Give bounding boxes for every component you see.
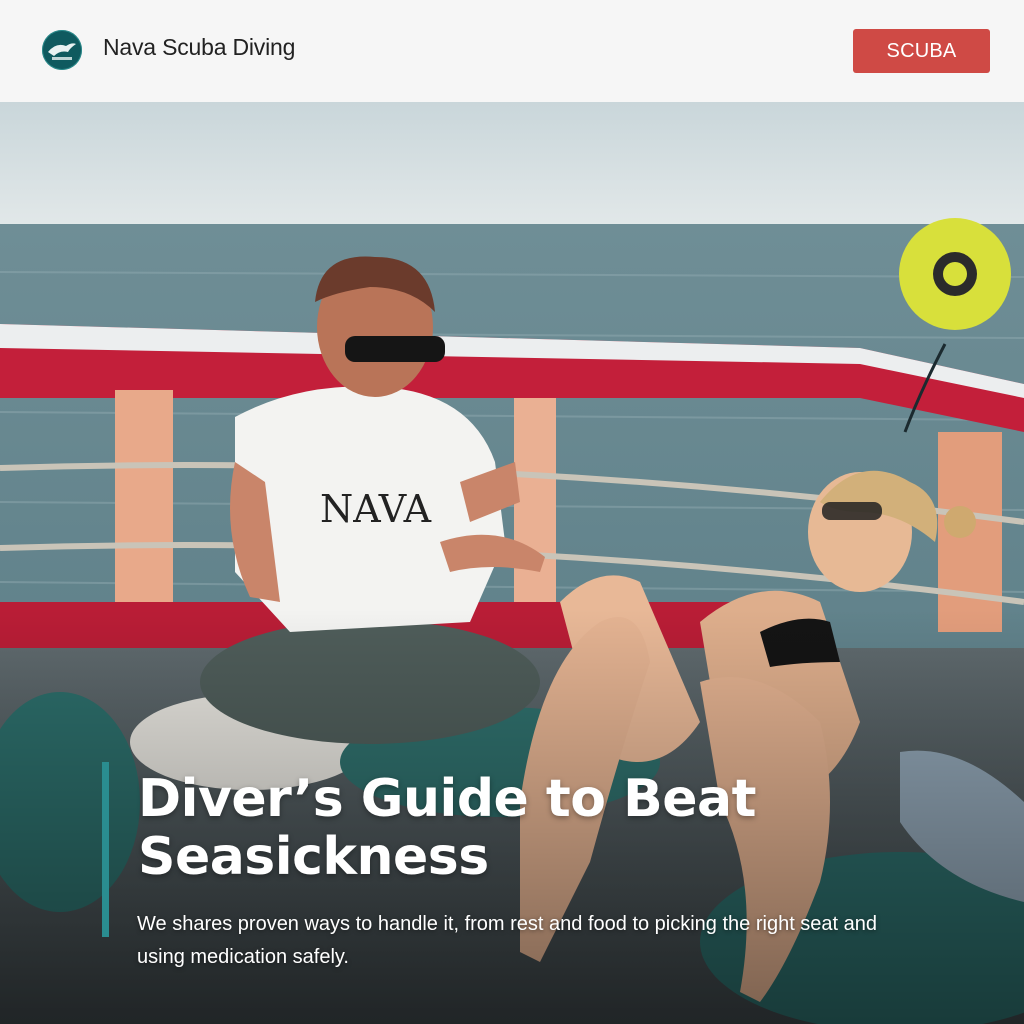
nava-logo-icon[interactable] — [42, 30, 82, 70]
title-accent-bar — [102, 762, 109, 937]
hero-section: NAVA Diver’s Guide to Beat Seasickness W… — [0, 102, 1024, 1024]
scuba-button[interactable]: SCUBA — [853, 29, 990, 73]
page-title: Diver’s Guide to Beat Seasickness — [138, 769, 756, 887]
brand-name[interactable]: Nava Scuba Diving — [103, 34, 295, 61]
site-header: Nava Scuba Diving SCUBA — [0, 0, 1024, 102]
page-subtitle: We shares proven ways to handle it, from… — [137, 913, 878, 968]
